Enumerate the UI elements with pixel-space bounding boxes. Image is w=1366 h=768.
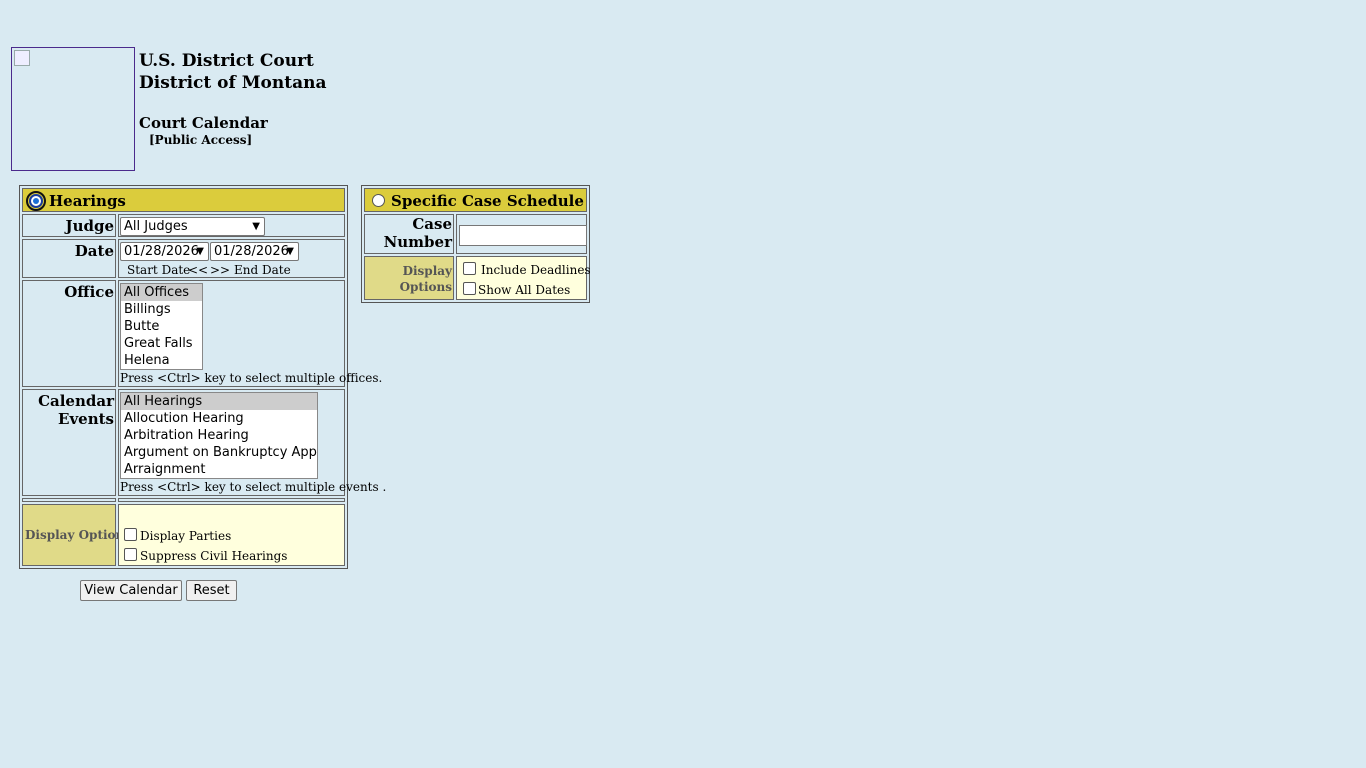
case-schedule-header: Specific Case Schedule bbox=[364, 188, 587, 212]
show-all-dates-label: Show All Dates bbox=[478, 283, 571, 297]
prev-date-link[interactable]: << bbox=[188, 263, 208, 277]
case-schedule-radio[interactable] bbox=[372, 194, 385, 207]
chevron-down-icon: ▼ bbox=[252, 221, 260, 232]
office-option[interactable]: Billings bbox=[121, 301, 202, 318]
case-schedule-panel: Specific Case Schedule Case Number Displ… bbox=[361, 185, 591, 303]
court-title: U.S. District Court District of Montana bbox=[139, 50, 327, 94]
office-option[interactable]: Helena bbox=[121, 352, 202, 369]
case-schedule-title: Specific Case Schedule bbox=[391, 192, 584, 210]
chevron-down-icon: ▼ bbox=[286, 246, 294, 257]
events-hint: Press <Ctrl> key to select multiple even… bbox=[120, 480, 387, 494]
event-option[interactable]: Arbitration Hearing bbox=[121, 427, 317, 444]
event-option[interactable]: All Hearings bbox=[121, 393, 317, 410]
end-date-value: 01/28/2026 bbox=[214, 244, 289, 259]
office-label: Office bbox=[64, 283, 114, 301]
office-option[interactable]: Butte bbox=[121, 318, 202, 335]
chevron-down-icon: ▼ bbox=[196, 246, 204, 257]
case-number-label-line2: Number bbox=[383, 233, 452, 251]
office-value-cell: All Offices Billings Butte Great Falls H… bbox=[118, 280, 382, 387]
events-listbox[interactable]: All Hearings Allocution Hearing Arbitrat… bbox=[120, 392, 318, 479]
office-option[interactable]: All Offices bbox=[121, 284, 202, 301]
spacer-cell bbox=[118, 498, 345, 502]
suppress-civil-checkbox[interactable] bbox=[124, 548, 137, 561]
view-calendar-button[interactable]: View Calendar bbox=[80, 580, 182, 601]
judge-value-cell: All Judges ▼ bbox=[118, 214, 345, 237]
date-label-cell: Date bbox=[22, 239, 116, 278]
case-display-options-label: Display Options bbox=[400, 263, 452, 295]
start-date-select[interactable]: 01/28/2026 ▼ bbox=[120, 242, 209, 261]
office-listbox[interactable]: All Offices Billings Butte Great Falls H… bbox=[120, 283, 203, 370]
display-parties-checkbox[interactable] bbox=[124, 528, 137, 541]
case-number-value-cell bbox=[456, 214, 587, 254]
events-label-line1: Calendar bbox=[38, 392, 114, 410]
suppress-civil-label: Suppress Civil Hearings bbox=[140, 549, 288, 563]
judge-select-value: All Judges bbox=[124, 219, 188, 234]
display-parties-label: Display Parties bbox=[140, 529, 232, 543]
display-options-value-cell: Display Parties Suppress Civil Hearings bbox=[118, 504, 345, 566]
office-label-cell: Office bbox=[22, 280, 116, 387]
events-label-cell: Calendar Events bbox=[22, 389, 116, 496]
judge-label-cell: Judge bbox=[22, 214, 116, 237]
end-date-label: End Date bbox=[234, 263, 291, 277]
date-label: Date bbox=[74, 242, 114, 260]
calendar-title: Court Calendar bbox=[139, 114, 268, 132]
start-date-label: Start Date bbox=[127, 263, 191, 277]
judge-select[interactable]: All Judges ▼ bbox=[120, 217, 265, 236]
case-display-options-value-cell: Include Deadlines Show All Dates bbox=[456, 256, 591, 300]
access-label: [Public Access] bbox=[149, 133, 253, 147]
court-logo-image bbox=[11, 47, 135, 171]
start-date-value: 01/28/2026 bbox=[124, 244, 199, 259]
event-option[interactable]: Allocution Hearing bbox=[121, 410, 317, 427]
display-options-label: Display Options bbox=[25, 528, 132, 542]
case-display-label-line2: Options bbox=[399, 280, 452, 294]
case-number-label-cell: Case Number bbox=[364, 214, 454, 254]
next-date-link[interactable]: >> bbox=[210, 263, 230, 277]
office-option[interactable]: Great Falls bbox=[121, 335, 202, 352]
broken-image-icon bbox=[14, 50, 30, 66]
spacer-cell bbox=[22, 498, 116, 502]
event-option[interactable]: Arraignment bbox=[121, 461, 317, 478]
include-deadlines-label: Include Deadlines bbox=[481, 263, 591, 277]
hearings-header: Hearings bbox=[22, 188, 345, 212]
court-name: U.S. District Court bbox=[139, 51, 314, 71]
hearings-radio[interactable] bbox=[29, 194, 43, 208]
case-display-options-label-cell: Display Options bbox=[364, 256, 454, 300]
case-display-label-line1: Display bbox=[402, 264, 452, 278]
reset-button[interactable]: Reset bbox=[186, 580, 237, 601]
office-hint: Press <Ctrl> key to select multiple offi… bbox=[120, 371, 383, 385]
district-name: District of Montana bbox=[139, 73, 327, 93]
end-date-select[interactable]: 01/28/2026 ▼ bbox=[210, 242, 299, 261]
case-number-label-line1: Case bbox=[412, 215, 452, 233]
include-deadlines-checkbox[interactable] bbox=[463, 262, 476, 275]
court-calendar-page: U.S. District Court District of Montana … bbox=[0, 0, 1366, 768]
events-value-cell: All Hearings Allocution Hearing Arbitrat… bbox=[118, 389, 386, 496]
hearings-title: Hearings bbox=[49, 192, 126, 210]
judge-label: Judge bbox=[65, 217, 114, 235]
event-option[interactable]: Argument on Bankruptcy Appeal bbox=[121, 444, 317, 461]
case-number-input[interactable] bbox=[459, 225, 587, 246]
display-options-label-cell: Display Options bbox=[22, 504, 131, 566]
events-label-line2: Events bbox=[58, 410, 114, 428]
show-all-dates-checkbox[interactable] bbox=[463, 282, 476, 295]
date-value-cell: 01/28/2026 ▼ 01/28/2026 ▼ Start Date << … bbox=[118, 239, 345, 278]
hearings-panel: Hearings Judge All Judges ▼ Date 01/28/2… bbox=[19, 185, 386, 569]
